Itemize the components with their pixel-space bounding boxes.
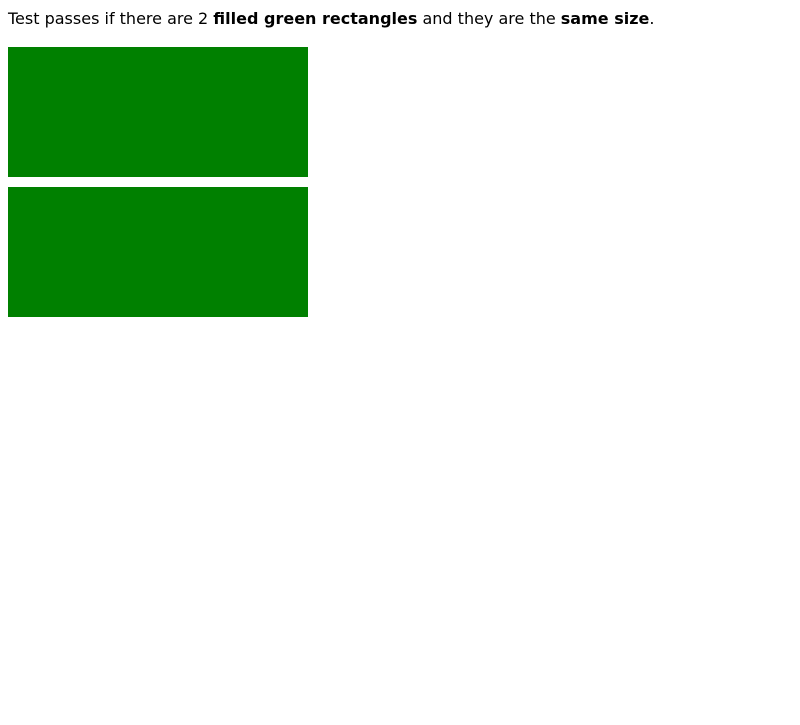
green-rectangle-top <box>8 47 308 177</box>
green-rectangle-bottom <box>8 187 308 317</box>
instruction-middle: and they are the <box>417 9 561 28</box>
instruction-emphasis-size: same size <box>560 9 650 28</box>
instruction-emphasis-rectangles: filled green rectangles <box>213 9 418 28</box>
instruction-prefix: Test passes if there are 2 <box>8 9 214 28</box>
test-instruction: Test passes if there are 2 filled green … <box>8 9 654 28</box>
instruction-suffix: . <box>649 9 655 28</box>
